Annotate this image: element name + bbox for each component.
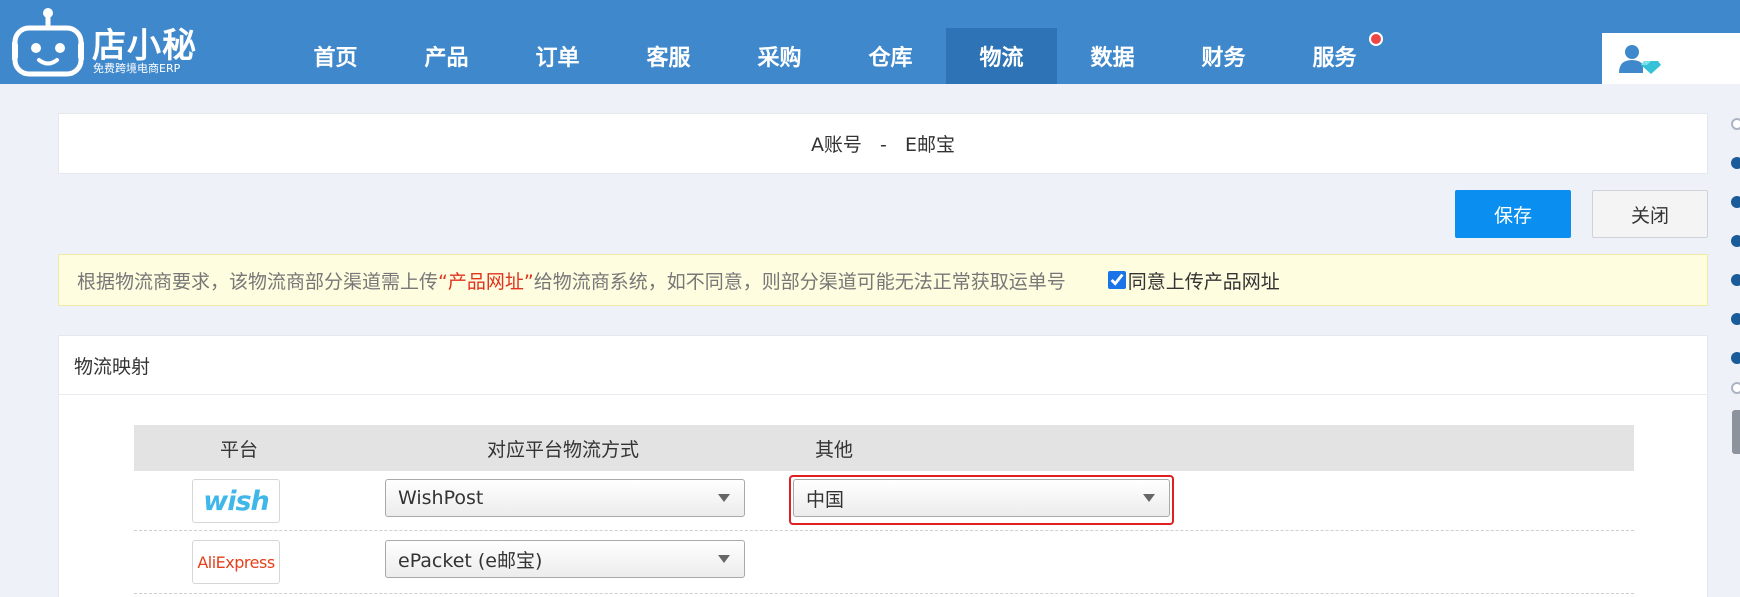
agree-upload-label: 同意上传产品网址	[1127, 270, 1280, 293]
robot-icon	[12, 8, 84, 77]
column-header-other: 其他	[815, 438, 854, 461]
wish-logo-text: wish	[203, 485, 269, 517]
nav-item-services[interactable]: 服务	[1279, 28, 1390, 84]
agree-upload-checkbox[interactable]	[1107, 271, 1126, 289]
select-value: ePacket (e邮宝)	[398, 549, 543, 572]
nav-item-logistics[interactable]: 物流	[946, 28, 1057, 84]
title-panel: A账号 - E邮宝	[58, 113, 1708, 174]
nav-item-label: 客服	[646, 46, 691, 71]
upload-url-notice: 根据物流商要求，该物流商部分渠道需上传 “产品网址” 给物流商系统，如不同意，则部分…	[58, 254, 1708, 306]
logistics-mapping-panel: 物流映射 平台 对应平台物流方式 其他 wish WishPost 中国 Ali…	[58, 335, 1708, 597]
select-value: 中国	[806, 488, 845, 511]
close-button[interactable]: 关闭	[1592, 190, 1708, 238]
nav-item-finance[interactable]: 财务	[1168, 28, 1279, 84]
scroll-marker[interactable]	[1731, 352, 1740, 364]
table-row: wish WishPost 中国	[134, 471, 1634, 531]
aliexpress-logo: AliExpress	[192, 540, 280, 584]
nav-item-label: 首页	[313, 46, 358, 71]
triangle-down-icon	[1143, 494, 1155, 502]
nav-item-orders[interactable]: 订单	[502, 28, 613, 84]
nav-item-label: 数据	[1090, 46, 1135, 71]
scroll-marker[interactable]	[1731, 196, 1740, 208]
scroll-marker[interactable]	[1731, 382, 1740, 394]
nav-item-label: 产品	[424, 46, 469, 71]
nav-item-label: 财务	[1201, 46, 1246, 71]
mapping-table: 平台 对应平台物流方式 其他 wish WishPost 中国 AliExpre…	[134, 425, 1634, 594]
table-header: 平台 对应平台物流方式 其他	[134, 425, 1634, 471]
scroll-marker[interactable]	[1731, 274, 1740, 286]
nav-item-label: 物流	[979, 46, 1024, 71]
agree-upload-option[interactable]: 同意上传产品网址	[1107, 267, 1280, 294]
triangle-down-icon	[718, 555, 730, 563]
notification-dot	[1369, 32, 1383, 46]
notice-text-after: 给物流商系统，如不同意，则部分渠道可能无法正常获取运单号	[533, 270, 1066, 293]
select-value: WishPost	[398, 487, 484, 509]
nav-item-label: 采购	[757, 46, 802, 71]
wish-logo: wish	[192, 479, 280, 523]
nav-item-customer-service[interactable]: 客服	[613, 28, 724, 84]
page-title: A账号 - E邮宝	[810, 134, 956, 156]
scroll-marker[interactable]	[1731, 235, 1740, 247]
nav-item-label: 服务	[1312, 46, 1357, 71]
shipping-method-select[interactable]: WishPost	[385, 479, 745, 517]
aliexpress-logo-text: AliExpress	[197, 552, 275, 572]
user-menu[interactable]	[1602, 33, 1740, 84]
nav-item-purchasing[interactable]: 采购	[724, 28, 835, 84]
notice-text-before: 根据物流商要求，该物流商部分渠道需上传	[77, 270, 439, 293]
nav-item-label: 订单	[535, 46, 580, 71]
nav-item-products[interactable]: 产品	[391, 28, 502, 84]
app-logo[interactable]: 店小秘 免费跨境电商ERP	[12, 6, 202, 78]
nav-item-label: 仓库	[868, 46, 913, 71]
origin-country-select[interactable]: 中国	[793, 479, 1170, 517]
logo-subtitle: 免费跨境电商ERP	[93, 62, 181, 75]
scroll-marker[interactable]	[1731, 118, 1740, 130]
nav-item-home[interactable]: 首页	[280, 28, 391, 84]
main-nav: 首页 产品 订单 客服 采购 仓库 物流 数据 财务 服务	[280, 28, 1390, 84]
user-gem-icon	[1619, 45, 1661, 74]
notice-highlight: “产品网址”	[438, 270, 534, 293]
save-button[interactable]: 保存	[1455, 190, 1571, 238]
nav-item-data[interactable]: 数据	[1057, 28, 1168, 84]
scroll-marker[interactable]	[1731, 313, 1740, 325]
nav-item-warehouse[interactable]: 仓库	[835, 28, 946, 84]
section-title: 物流映射	[59, 336, 1707, 395]
table-row: AliExpress ePacket (e邮宝)	[134, 532, 1634, 594]
top-navigation-bar: 店小秘 免费跨境电商ERP 首页 产品 订单 客服 采购 仓库 物流 数据 财务…	[0, 0, 1740, 84]
triangle-down-icon	[718, 494, 730, 502]
scroll-marker[interactable]	[1731, 157, 1740, 169]
column-header-platform: 平台	[220, 438, 259, 461]
scrollbar-thumb[interactable]	[1732, 410, 1740, 454]
shipping-method-select[interactable]: ePacket (e邮宝)	[385, 540, 745, 578]
column-header-method: 对应平台物流方式	[487, 438, 640, 461]
